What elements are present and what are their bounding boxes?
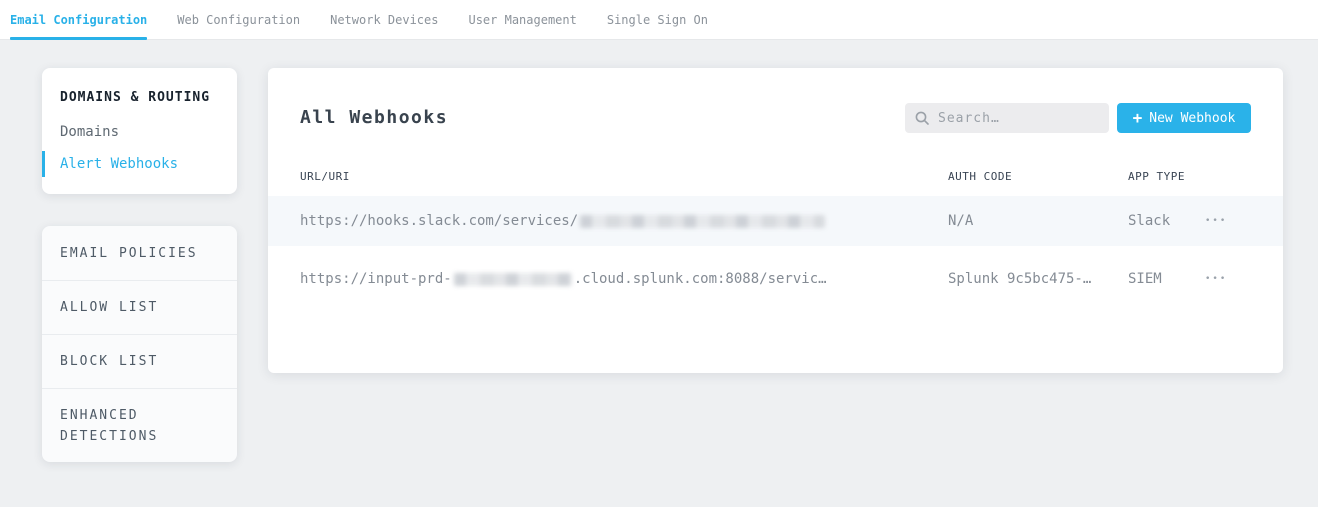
column-header-app-type: APP TYPE [1128,170,1185,183]
top-navigation: Email Configuration Web Configuration Ne… [0,0,1318,40]
app-type-cell: Slack [1128,213,1170,229]
sidebar-section-block-list[interactable]: BLOCK LIST [42,334,237,388]
tab-web-configuration[interactable]: Web Configuration [177,0,300,39]
webhook-url-text: .cloud.splunk.com:8088/servic… [574,271,827,287]
sidebar-section-enhanced-detections[interactable]: ENHANCED DETECTIONS [42,388,237,462]
webhook-url-cell: https://hooks.slack.com/services/ [300,213,827,229]
domains-routing-title: DOMAINS & ROUTING [60,90,210,105]
sidebar-section-allow-list[interactable]: ALLOW LIST [42,280,237,334]
auth-code-cell: Splunk 9c5bc475-… [948,271,1091,287]
tab-email-configuration[interactable]: Email Configuration [10,0,147,39]
table-row: https://input-prd- .cloud.splunk.com:808… [268,254,1283,304]
redacted-url-segment [580,215,825,228]
domains-routing-card: DOMAINS & ROUTING Domains Alert Webhooks [42,68,237,194]
column-header-auth-code: AUTH CODE [948,170,1012,183]
sidebar-item-label: Alert Webhooks [60,156,178,172]
page-title: All Webhooks [300,107,448,128]
search-box[interactable] [905,103,1109,133]
sidebar-sections-card: EMAIL POLICIES ALLOW LIST BLOCK LIST ENH… [42,226,237,462]
sidebar-item-alert-webhooks[interactable]: Alert Webhooks [42,151,237,177]
sidebar-item-label: Domains [60,124,119,140]
ellipsis-icon[interactable]: ••• [1203,270,1229,288]
all-webhooks-panel: All Webhooks + New Webhook URL/URI AUTH … [268,68,1283,373]
redacted-url-segment [454,273,572,286]
table-row: https://hooks.slack.com/services/ N/A Sl… [268,196,1283,246]
tab-user-management[interactable]: User Management [468,0,576,39]
webhook-url-text: https://hooks.slack.com/services/ [300,213,578,229]
sidebar-item-domains[interactable]: Domains [42,119,237,145]
search-icon [915,111,929,125]
column-header-url-uri: URL/URI [300,170,350,183]
new-webhook-button[interactable]: + New Webhook [1117,103,1251,133]
active-indicator-bar [42,151,45,177]
app-type-cell: SIEM [1128,271,1162,287]
webhook-url-cell: https://input-prd- .cloud.splunk.com:808… [300,271,827,287]
webhook-url-text: https://input-prd- [300,271,452,287]
tab-network-devices[interactable]: Network Devices [330,0,438,39]
auth-code-cell: N/A [948,213,973,229]
tab-single-sign-on[interactable]: Single Sign On [607,0,708,39]
new-webhook-button-label: New Webhook [1149,111,1235,126]
search-input[interactable] [938,111,1099,126]
sidebar-section-email-policies[interactable]: EMAIL POLICIES [42,226,237,280]
ellipsis-icon[interactable]: ••• [1203,212,1229,230]
plus-icon: + [1133,110,1143,126]
